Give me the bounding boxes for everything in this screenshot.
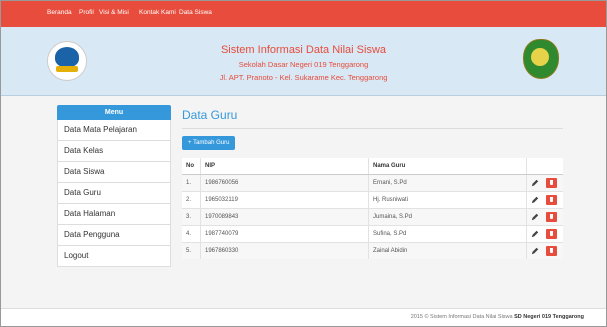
add-guru-button[interactable]: + Tambah Guru bbox=[182, 136, 236, 150]
cell-nama: Zainal Abidin bbox=[368, 242, 527, 259]
cell-no: 2. bbox=[182, 191, 201, 209]
sidebar-item-mata-pelajaran[interactable]: Data Mata Pelajaran bbox=[57, 120, 171, 141]
cell-actions bbox=[526, 174, 563, 192]
sidebar-item-guru[interactable]: Data Guru bbox=[57, 183, 171, 204]
cell-nama: Jumaina, S.Pd bbox=[368, 208, 527, 226]
cell-actions bbox=[526, 191, 563, 209]
sidebar-item-logout[interactable]: Logout bbox=[57, 246, 171, 267]
cell-no: 4. bbox=[182, 225, 201, 243]
sidebar-item-pengguna[interactable]: Data Pengguna bbox=[57, 225, 171, 246]
column-header-nip: NIP bbox=[200, 158, 369, 175]
delete-trash-icon[interactable] bbox=[545, 212, 557, 222]
table-row: 1. 1986760056 Ernani, S.Pd bbox=[182, 174, 563, 192]
column-header-actions bbox=[526, 158, 563, 175]
cell-nama: Ernani, S.Pd bbox=[368, 174, 527, 192]
cell-nip: 1986760056 bbox=[200, 174, 369, 192]
edit-pencil-icon[interactable] bbox=[531, 179, 539, 187]
table-row: 2. 1965032119 Hj. Rusniwati bbox=[182, 191, 563, 209]
sidebar-heading: Menu bbox=[57, 105, 171, 120]
page-frame: Beranda Profil Visi & Misi Kontak Kami D… bbox=[0, 0, 607, 327]
cell-nip: 1965032119 bbox=[200, 191, 369, 209]
cell-actions bbox=[526, 225, 563, 243]
page-footer: 2015 © Sistem Informasi Data Nilai Siswa… bbox=[1, 308, 606, 326]
footer-school: SD Negeri 019 Tenggarong bbox=[514, 314, 584, 320]
delete-trash-icon[interactable] bbox=[545, 229, 557, 239]
site-title: Sistem Informasi Data Nilai Siswa bbox=[220, 44, 387, 56]
cell-no: 5. bbox=[182, 242, 201, 259]
cell-no: 3. bbox=[182, 208, 201, 226]
table-row: 4. 1987740079 Sufina, S.Pd bbox=[182, 225, 563, 243]
cell-actions bbox=[526, 242, 563, 259]
sidebar-item-halaman[interactable]: Data Halaman bbox=[57, 204, 171, 225]
cell-actions bbox=[526, 208, 563, 226]
footer-text: 2015 © Sistem Informasi Data Nilai Siswa bbox=[410, 314, 515, 320]
sidebar-item-siswa[interactable]: Data Siswa bbox=[57, 162, 171, 183]
title-divider bbox=[182, 128, 563, 129]
sidebar-menu: Menu Data Mata Pelajaran Data Kelas Data… bbox=[57, 105, 171, 267]
edit-pencil-icon[interactable] bbox=[531, 247, 539, 255]
delete-trash-icon[interactable] bbox=[545, 246, 557, 256]
sidebar-item-kelas[interactable]: Data Kelas bbox=[57, 141, 171, 162]
cell-nama: Hj. Rusniwati bbox=[368, 191, 527, 209]
table-row: 5. 1967860330 Zainal Abidin bbox=[182, 242, 563, 259]
school-name: Sekolah Dasar Negeri 019 Tenggarong bbox=[238, 60, 369, 69]
cell-no: 1. bbox=[182, 174, 201, 192]
column-header-no: No bbox=[182, 158, 201, 175]
nav-kontak-kami[interactable]: Kontak Kami bbox=[139, 9, 176, 16]
guru-table: No NIP Nama Guru 1. 1986760056 Ernani, S… bbox=[182, 158, 563, 259]
edit-pencil-icon[interactable] bbox=[531, 213, 539, 221]
nav-beranda[interactable]: Beranda bbox=[47, 9, 72, 16]
table-row: 3. 1970089843 Jumaina, S.Pd bbox=[182, 208, 563, 226]
delete-trash-icon[interactable] bbox=[545, 195, 557, 205]
cell-nama: Sufina, S.Pd bbox=[368, 225, 527, 243]
nav-profil[interactable]: Profil bbox=[79, 9, 94, 16]
edit-pencil-icon[interactable] bbox=[531, 230, 539, 238]
column-header-nama-guru: Nama Guru bbox=[368, 158, 527, 175]
footer-copyright: 2015 © Sistem Informasi Data Nilai Siswa… bbox=[411, 314, 584, 320]
top-navbar: Beranda Profil Visi & Misi Kontak Kami D… bbox=[1, 1, 606, 27]
cell-nip: 1970089843 bbox=[200, 208, 369, 226]
delete-trash-icon[interactable] bbox=[545, 178, 557, 188]
school-address: Jl. APT. Pranoto - Kel. Sukarame Kec. Te… bbox=[219, 73, 388, 82]
cell-nip: 1967860330 bbox=[200, 242, 369, 259]
cell-nip: 1987740079 bbox=[200, 225, 369, 243]
nav-visi-misi[interactable]: Visi & Misi bbox=[99, 9, 129, 16]
nav-data-siswa[interactable]: Data Siswa bbox=[179, 9, 212, 16]
edit-pencil-icon[interactable] bbox=[531, 196, 539, 204]
main-content: Data Guru + Tambah Guru No NIP Nama Guru… bbox=[182, 107, 563, 287]
page-title: Data Guru bbox=[182, 108, 238, 122]
